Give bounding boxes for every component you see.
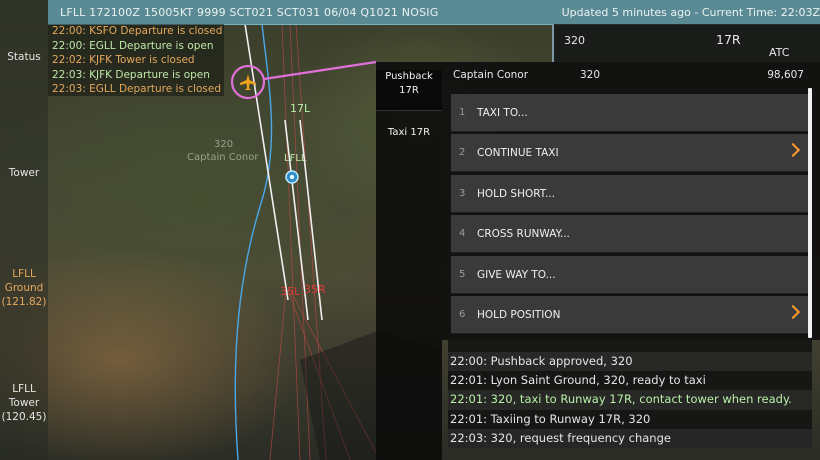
menu-scrollbar[interactable] [808,88,812,338]
sidebar-item-label: Status [7,51,41,63]
sidebar-item-label: Tower [8,167,40,179]
runway-label-17l: 17L [290,102,311,115]
menu-item-number: 4 [459,228,466,239]
airport-marker-icon [285,170,299,184]
sidebar: Status Tower LFLL Ground (121.82) LFLL T… [0,0,48,460]
menu-item-number: 6 [459,309,466,320]
runway-label-35l: 35L [280,285,301,298]
menu-code: 98,607 [767,69,804,81]
aircraft-strip[interactable]: 320 17R ATC [552,24,820,62]
menu-item-cross-runway[interactable]: 4 CROSS RUNWAY... [451,215,808,253]
pushback-button[interactable]: Pushback 17R [376,70,442,111]
metar-bar: LFLL 172100Z 15005KT 9999 SCT021 SCT031 … [48,0,820,25]
menu-item-continue-taxi[interactable]: 2 CONTINUE TAXI [451,134,808,172]
strip-runway: 17R [716,32,741,47]
pushback-label: Pushback [385,71,433,82]
menu-item-give-way[interactable]: 5 GIVE WAY TO... [451,256,808,294]
sidebar-item-tower[interactable]: Tower [0,166,48,180]
menu-item-number: 5 [459,269,466,280]
menu-header: Captain Conor 320 98,607 [442,62,820,88]
chevron-right-icon [785,142,801,158]
selection-line [263,60,377,81]
strip-callsign: 320 [564,34,585,47]
menu-aircraft-type: 320 [580,69,601,81]
airport-code-label: LFLL [284,153,307,164]
menu-item-label: HOLD SHORT... [477,188,555,200]
sidebar-item-status[interactable]: Status [0,50,48,64]
menu-item-hold-short[interactable]: 3 HOLD SHORT... [451,175,808,213]
sidebar-item-label: LFLL [12,383,36,395]
radio-transcript: 22:00: Pushback approved, 320 22:01: Lyo… [448,340,812,458]
command-menu: Captain Conor 320 98,607 1 TAXI TO... 2 … [442,62,820,340]
taxi-button[interactable]: Taxi 17R [376,126,442,140]
chevron-right-icon [785,304,801,320]
menu-item-number: 3 [459,188,466,199]
sidebar-item-frequency: (121.82) [1,296,47,308]
transcript-row: 22:01: Lyon Saint Ground, 320, ready to … [448,371,812,391]
event-item: 22:03: EGLL Departure is closed [52,83,221,96]
departure-route [234,23,273,460]
sidebar-item-label: Ground [4,282,44,294]
menu-item-label: HOLD POSITION [477,309,561,321]
pushback-runway: 17R [399,85,419,96]
atc-button[interactable]: ATC [769,46,789,59]
event-item: 22:00: KSFO Departure is closed [52,25,223,37]
menu-item-number: 2 [459,147,466,158]
menu-callsign: Captain Conor [453,69,529,81]
sidebar-item-label: LFLL [12,268,36,280]
menu-item-label: GIVE WAY TO... [477,269,556,281]
menu-item-taxi-to[interactable]: 1 TAXI TO... [451,94,808,132]
metar-text: LFLL 172100Z 15005KT 9999 SCT021 SCT031 … [60,5,439,19]
transcript-row-partial [448,340,812,352]
sidebar-item-lfll-ground[interactable]: LFLL Ground (121.82) [0,267,48,309]
transcript-row: 22:01: Taxiing to Runway 17R, 320 [448,409,812,429]
sidebar-item-frequency: (120.45) [1,411,47,423]
update-status: Updated 5 minutes ago - Current Time: 22… [561,5,820,19]
menu-item-label: CROSS RUNWAY... [477,228,570,240]
sidebar-item-lfll-tower[interactable]: LFLL Tower (120.45) [0,382,48,424]
event-item: 22:02: KJFK Tower is closed [52,54,195,67]
sidebar-item-label: Tower [8,397,40,409]
runway-label-35r: 35R [304,283,326,296]
event-log: 22:00: KSFO Departure is closed 22:00: E… [48,24,224,96]
event-item: 22:03: KJFK Departure is open [52,68,210,81]
menu-item-label: TAXI TO... [477,107,528,119]
transcript-row: 22:01: 320, taxi to Runway 17R, contact … [448,390,812,410]
event-item: 22:00: EGLL Departure is open [52,39,214,52]
transcript-row: 22:03: 320, request frequency change [448,428,812,448]
transcript-row: 22:00: Pushback approved, 320 [448,352,812,372]
action-column: Pushback 17R Taxi 17R [376,62,442,460]
map-aircraft-name: Captain Conor [187,152,259,163]
map-aircraft-type: 320 [214,139,234,150]
menu-item-number: 1 [459,107,466,118]
menu-item-hold-position[interactable]: 6 HOLD POSITION [451,296,808,334]
menu-item-label: CONTINUE TAXI [477,147,559,159]
